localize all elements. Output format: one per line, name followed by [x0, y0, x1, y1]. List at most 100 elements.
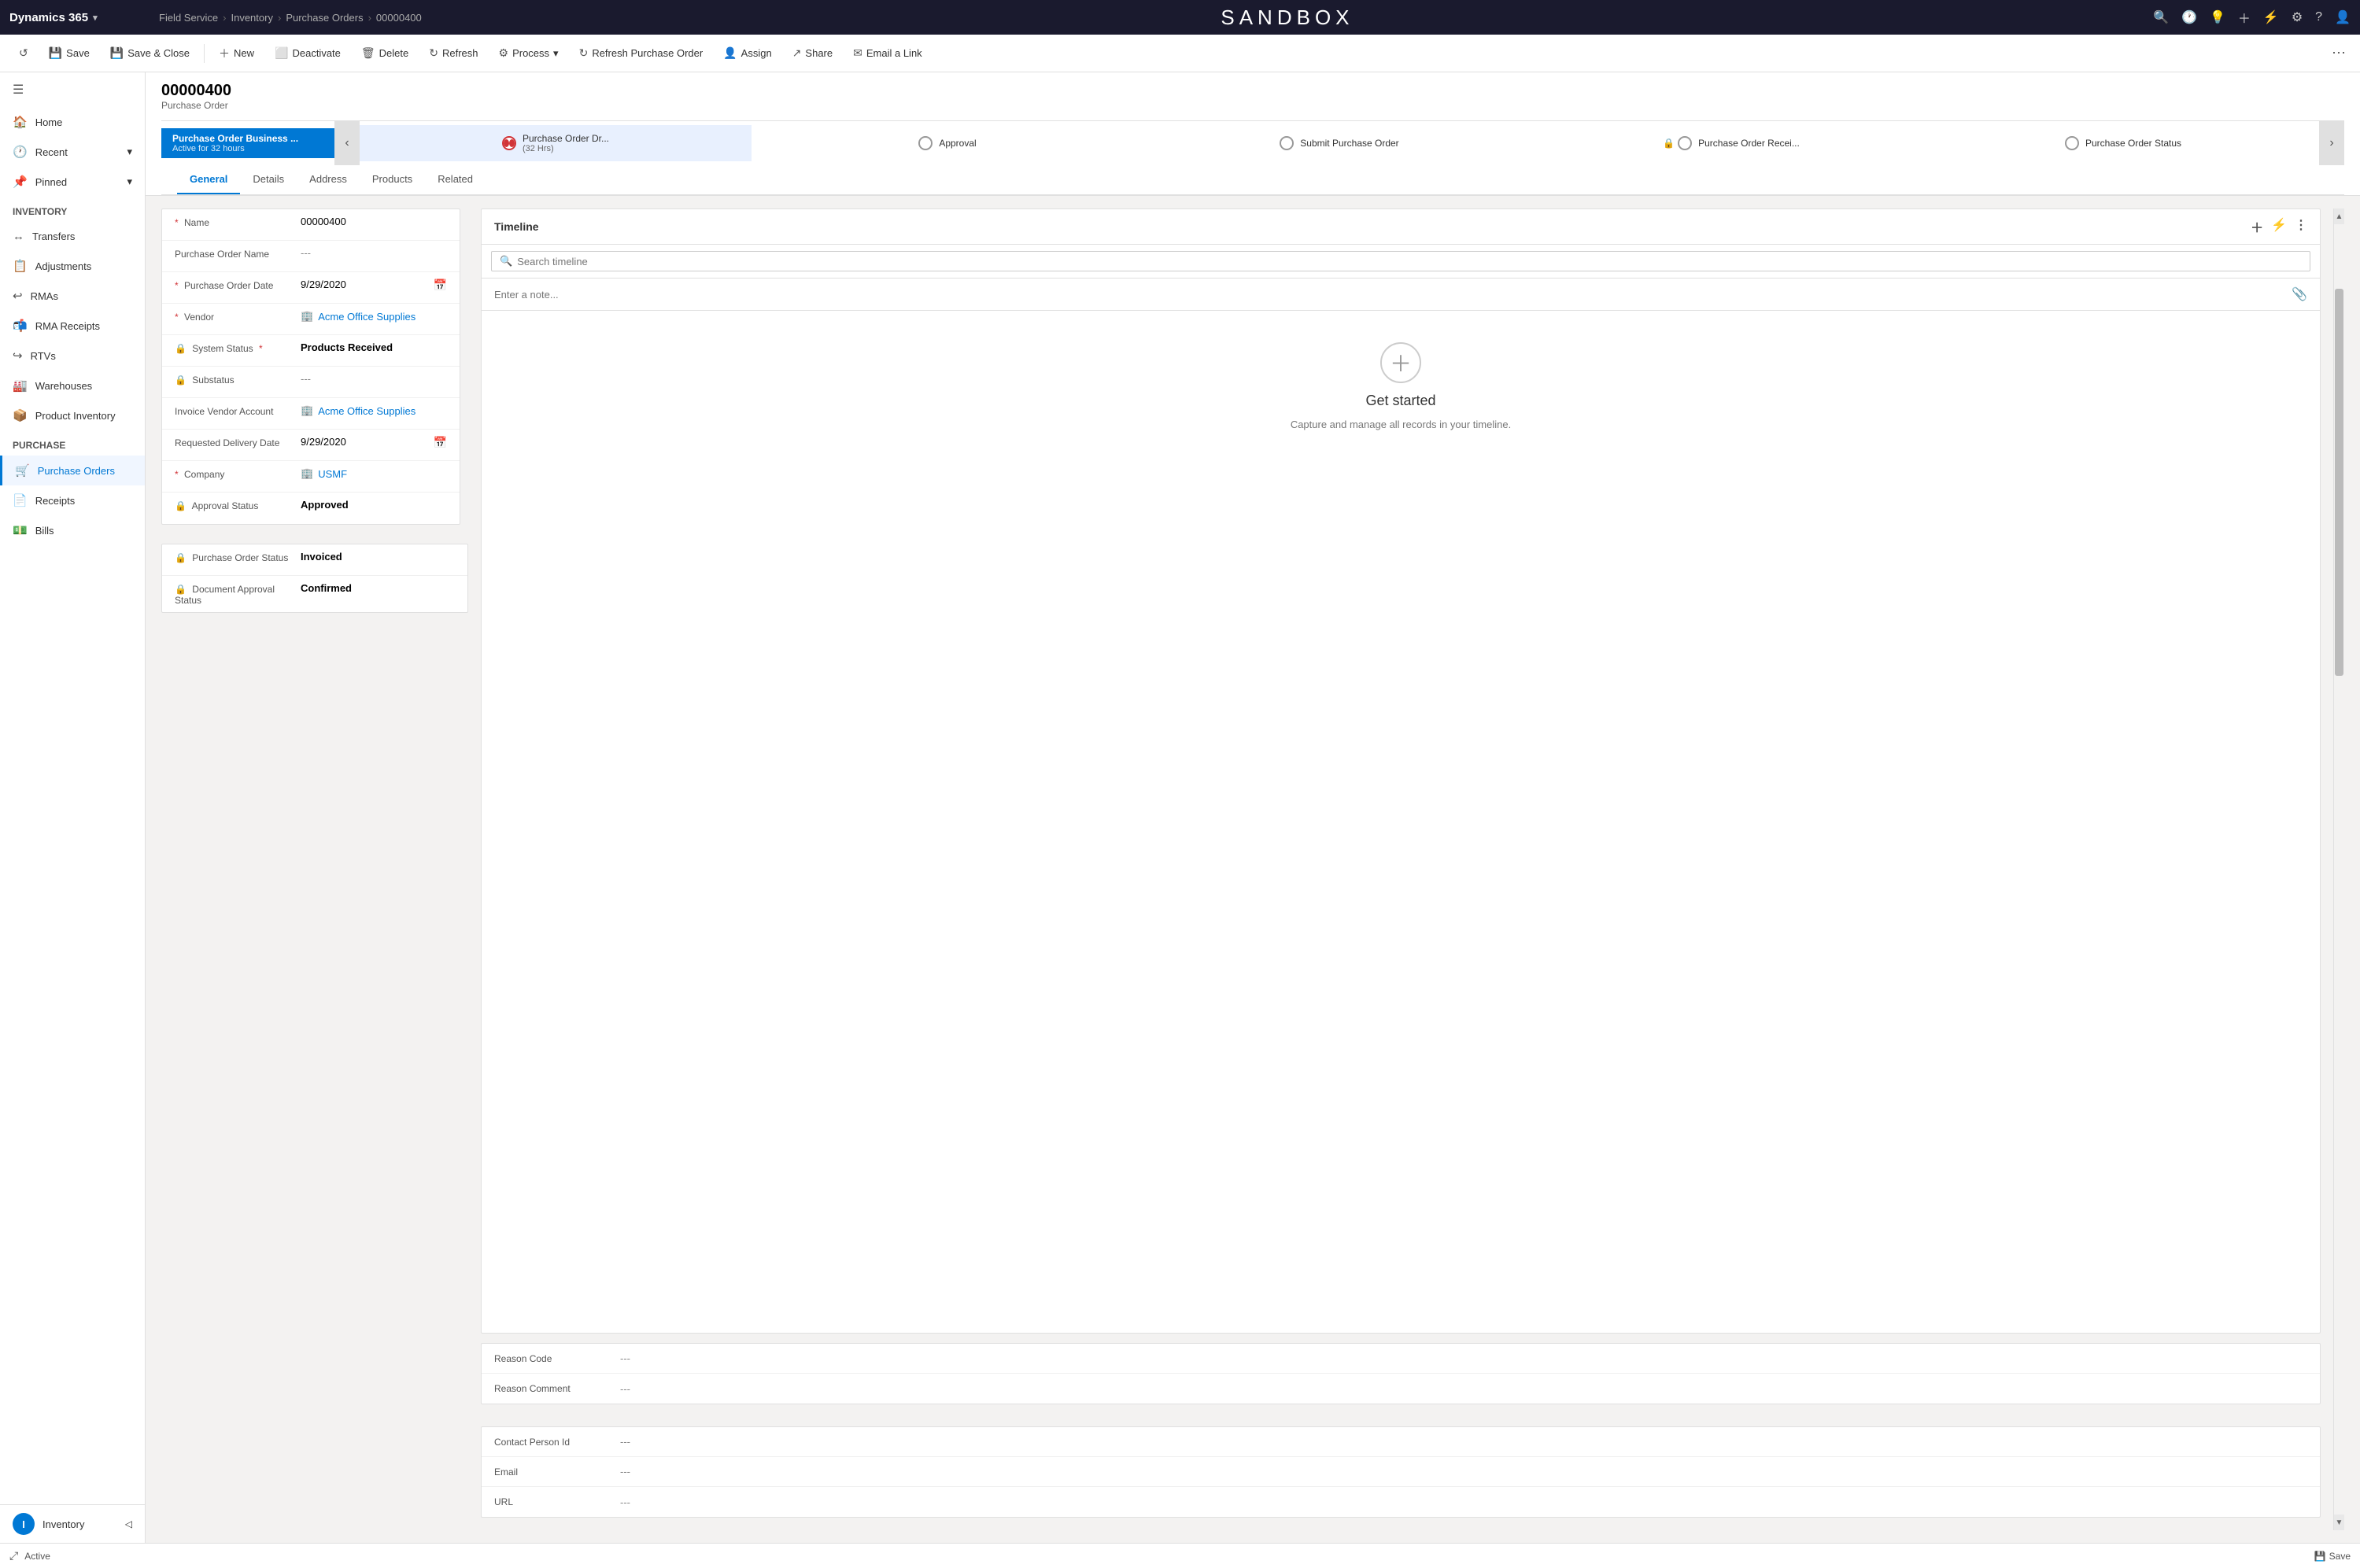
tab-related[interactable]: Related: [425, 165, 486, 194]
statusbar-save-button[interactable]: 💾 Save: [2314, 1551, 2351, 1562]
reason-code-value[interactable]: ---: [620, 1352, 630, 1364]
sidebar-item-recent[interactable]: 🕐 Recent ▾: [0, 137, 145, 167]
active-process-indicator[interactable]: Purchase Order Business ... Active for 3…: [161, 128, 334, 158]
timeline-note-input[interactable]: [494, 289, 2284, 301]
field-po-status-value[interactable]: Invoiced: [301, 551, 455, 563]
timeline-more-icon[interactable]: ⋮: [2295, 217, 2307, 236]
recent-chevron-icon: ▾: [127, 146, 132, 158]
field-po-date: * Purchase Order Date 9/29/2020 📅: [162, 272, 460, 304]
field-requested-date-value[interactable]: 9/29/2020: [301, 436, 434, 448]
timeline-add-icon[interactable]: ＋: [2251, 217, 2263, 236]
sidebar-item-adjustments[interactable]: 📋 Adjustments: [0, 251, 145, 281]
sidebar-item-transfers[interactable]: ↔ Transfers: [0, 222, 145, 251]
field-doc-approval-value[interactable]: Confirmed: [301, 582, 455, 594]
field-company-value[interactable]: 🏢 USMF: [301, 467, 447, 480]
settings-icon[interactable]: ⚙: [2292, 9, 2303, 25]
sidebar-footer[interactable]: I Inventory ◁: [0, 1504, 145, 1543]
more-options-icon[interactable]: ⋯: [2327, 40, 2351, 66]
email-link-button[interactable]: ✉ Email a Link: [844, 42, 932, 65]
save-close-button[interactable]: 💾 Save & Close: [101, 42, 199, 65]
product-inventory-icon: 📦: [13, 408, 28, 422]
timeline-filter-icon[interactable]: ⚡: [2271, 217, 2287, 236]
brand-chevron[interactable]: ▾: [93, 13, 98, 23]
content-area: 00000400 Purchase Order Purchase Order B…: [146, 72, 2360, 1543]
breadcrumb-section[interactable]: Inventory: [231, 12, 272, 24]
purchase-orders-icon: 🛒: [15, 463, 30, 478]
process-stage-4[interactable]: Purchase Order Status: [1927, 128, 2319, 158]
share-button[interactable]: ↗ Share: [783, 42, 842, 65]
tab-products[interactable]: Products: [360, 165, 425, 194]
delete-button[interactable]: 🗑 Delete: [352, 42, 418, 65]
attachment-icon[interactable]: 📎: [2292, 286, 2307, 302]
sidebar-item-rma-receipts[interactable]: 📬 RMA Receipts: [0, 311, 145, 341]
field-substatus: 🔒 Substatus ---: [162, 367, 460, 398]
field-vendor-value[interactable]: 🏢 Acme Office Supplies: [301, 310, 447, 323]
help-icon[interactable]: ?: [2315, 10, 2322, 24]
requested-date-calendar-icon[interactable]: 📅: [434, 436, 447, 449]
sidebar-item-pinned[interactable]: 📌 Pinned ▾: [0, 167, 145, 197]
sidebar-item-bills[interactable]: 💵 Bills: [0, 515, 145, 545]
tab-details[interactable]: Details: [240, 165, 297, 194]
field-approval-status-value[interactable]: Approved: [301, 499, 447, 511]
field-substatus-value[interactable]: ---: [301, 373, 447, 385]
refresh-button[interactable]: ↻ Refresh: [419, 42, 487, 65]
sidebar-item-purchase-orders[interactable]: 🛒 Purchase Orders: [0, 456, 145, 485]
expand-icon[interactable]: ⤢: [9, 1549, 18, 1562]
field-po-date-value[interactable]: 9/29/2020: [301, 279, 434, 290]
reason-comment-value[interactable]: ---: [620, 1383, 630, 1395]
breadcrumb-record[interactable]: 00000400: [376, 12, 422, 24]
sidebar-item-receipts[interactable]: 📄 Receipts: [0, 485, 145, 515]
process-stage-1[interactable]: Approval: [752, 128, 1143, 158]
timeline-empty-plus-icon[interactable]: ＋: [1380, 342, 1421, 383]
field-name-value[interactable]: 00000400: [301, 216, 447, 227]
sidebar-item-product-inventory[interactable]: 📦 Product Inventory: [0, 400, 145, 430]
deactivate-button[interactable]: ⬜ Deactivate: [265, 42, 350, 65]
brand[interactable]: Dynamics 365 ▾: [9, 11, 151, 24]
process-stage-0[interactable]: Purchase Order Dr... (32 Hrs): [360, 125, 752, 161]
undo-icon: ↺: [19, 46, 28, 60]
process-stage-3[interactable]: 🔒 Purchase Order Recei...: [1535, 128, 1927, 158]
process-button[interactable]: ⚙ Process ▾: [489, 42, 568, 65]
contact-person-value[interactable]: ---: [620, 1436, 630, 1448]
breadcrumb-module[interactable]: Field Service: [159, 12, 218, 24]
bulb-icon[interactable]: 💡: [2210, 9, 2225, 25]
sidebar-item-home[interactable]: 🏠 Home: [0, 107, 145, 137]
undo-button[interactable]: ↺: [9, 42, 38, 65]
scroll-thumb[interactable]: [2335, 289, 2343, 676]
contact-section: Contact Person Id --- Email --- URL ---: [481, 1426, 2321, 1518]
sidebar-item-warehouses[interactable]: 🏭 Warehouses: [0, 371, 145, 400]
save-button[interactable]: 💾 Save: [39, 42, 99, 65]
timeline-search-input[interactable]: [517, 256, 2302, 267]
process-prev-button[interactable]: ‹: [334, 121, 360, 165]
field-system-status: 🔒 System Status * Products Received: [162, 335, 460, 367]
email-value[interactable]: ---: [620, 1466, 630, 1478]
refresh-po-button[interactable]: ↻ Refresh Purchase Order: [570, 42, 713, 65]
status-label: Active: [24, 1551, 50, 1562]
filter-icon[interactable]: ⚡: [2263, 9, 2279, 25]
sidebar-item-rtvs[interactable]: ↪ RTVs: [0, 341, 145, 371]
breadcrumb-list[interactable]: Purchase Orders: [286, 12, 363, 24]
field-po-name-value[interactable]: ---: [301, 247, 447, 259]
url-value[interactable]: ---: [620, 1496, 630, 1508]
field-system-status-value[interactable]: Products Received: [301, 341, 447, 353]
timeline-empty-subtitle: Capture and manage all records in your t…: [1291, 419, 1511, 430]
process-next-button[interactable]: ›: [2319, 121, 2344, 165]
field-reason-comment: Reason Comment ---: [482, 1374, 2320, 1404]
calendar-icon[interactable]: 📅: [434, 279, 447, 292]
scroll-down-button[interactable]: ▼: [2334, 1515, 2344, 1530]
hamburger-menu[interactable]: ☰: [0, 72, 145, 107]
add-icon[interactable]: ＋: [2238, 8, 2251, 27]
search-icon[interactable]: 🔍: [2153, 9, 2169, 25]
user-icon[interactable]: 👤: [2335, 9, 2351, 25]
tab-address[interactable]: Address: [297, 165, 360, 194]
field-requested-date: Requested Delivery Date 9/29/2020 📅: [162, 430, 460, 461]
process-stage-2[interactable]: Submit Purchase Order: [1143, 128, 1535, 158]
recent-icon[interactable]: 🕐: [2181, 9, 2197, 25]
new-button[interactable]: ＋ New: [209, 41, 264, 66]
tab-general[interactable]: General: [177, 165, 240, 194]
field-invoice-vendor-value[interactable]: 🏢 Acme Office Supplies: [301, 404, 447, 417]
sidebar-item-rmas[interactable]: ↩ RMAs: [0, 281, 145, 311]
timeline-search-box[interactable]: 🔍: [491, 251, 2310, 271]
assign-button[interactable]: 👤 Assign: [714, 42, 781, 65]
scroll-up-button[interactable]: ▲: [2334, 208, 2344, 224]
